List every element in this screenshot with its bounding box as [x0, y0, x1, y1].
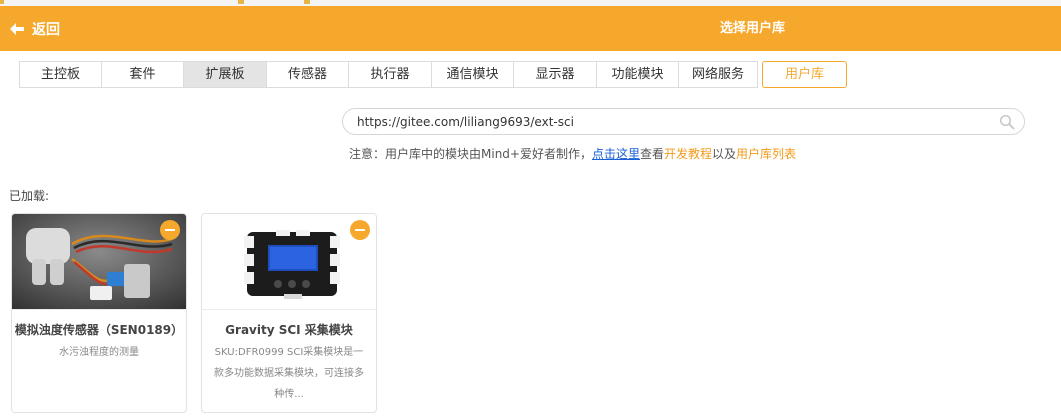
header-bar: 返回 选择用户库 [0, 6, 1061, 51]
tab-function-module[interactable]: 功能模块 [597, 61, 679, 88]
tab-expansion-board[interactable]: 扩展板 [184, 61, 267, 88]
card-divider [12, 309, 186, 310]
search-icon[interactable] [999, 114, 1015, 134]
card-description: SKU:DFR0999 SCI采集模块是一款多功能数据采集模块，可连接多种传..… [214, 347, 364, 400]
arrow-left-icon [10, 22, 24, 35]
back-label: 返回 [32, 21, 60, 38]
notice-text: 注意：用户库中的模块由Mind+爱好者制作，点击这里查看开发教程以及用户库列表 [349, 145, 796, 162]
category-tabs: 主控板 套件 扩展板 传感器 执行器 通信模块 显示器 功能模块 网络服务 用户… [19, 61, 847, 88]
card-description: 水污浊程度的测量 [59, 347, 139, 358]
remove-library-button[interactable] [350, 220, 370, 240]
page-title: 选择用户库 [720, 21, 786, 36]
tab-communication-module[interactable]: 通信模块 [432, 61, 514, 88]
search-input[interactable] [357, 112, 987, 131]
library-card-turbidity-sensor[interactable]: 模拟浊度传感器（SEN0189） 水污浊程度的测量 [11, 213, 187, 413]
tab-user-library[interactable]: 用户库 [762, 61, 847, 88]
card-title: 模拟浊度传感器（SEN0189） [14, 323, 184, 337]
tab-display[interactable]: 显示器 [514, 61, 597, 88]
tab-actuator[interactable]: 执行器 [349, 61, 432, 88]
card-divider [202, 309, 376, 310]
tab-kit[interactable]: 套件 [102, 61, 184, 88]
tab-strip-mark [304, 0, 310, 4]
dev-tutorial-link[interactable]: 开发教程 [664, 147, 712, 161]
remove-library-button[interactable] [160, 220, 180, 240]
notice-and: 以及 [712, 147, 737, 161]
tab-strip-mark [0, 0, 4, 4]
card-title: Gravity SCI 采集模块 [225, 323, 353, 337]
tab-strip-mark [238, 0, 244, 4]
notice-prefix: 注意：用户库中的模块由Mind+爱好者制作， [349, 147, 592, 161]
user-lib-list-link[interactable]: 用户库列表 [736, 147, 796, 161]
loaded-label: 已加载: [9, 189, 50, 203]
back-button[interactable]: 返回 [10, 6, 60, 51]
click-here-link[interactable]: 点击这里 [592, 147, 640, 161]
library-card-gravity-sci[interactable]: Gravity SCI 采集模块 SKU:DFR0999 SCI采集模块是一款多… [201, 213, 377, 413]
tab-sensor[interactable]: 传感器 [267, 61, 349, 88]
search-box [342, 108, 1025, 135]
notice-view: 查看 [639, 147, 664, 161]
tab-network-service[interactable]: 网络服务 [679, 61, 758, 88]
tab-main-board[interactable]: 主控板 [19, 61, 102, 88]
